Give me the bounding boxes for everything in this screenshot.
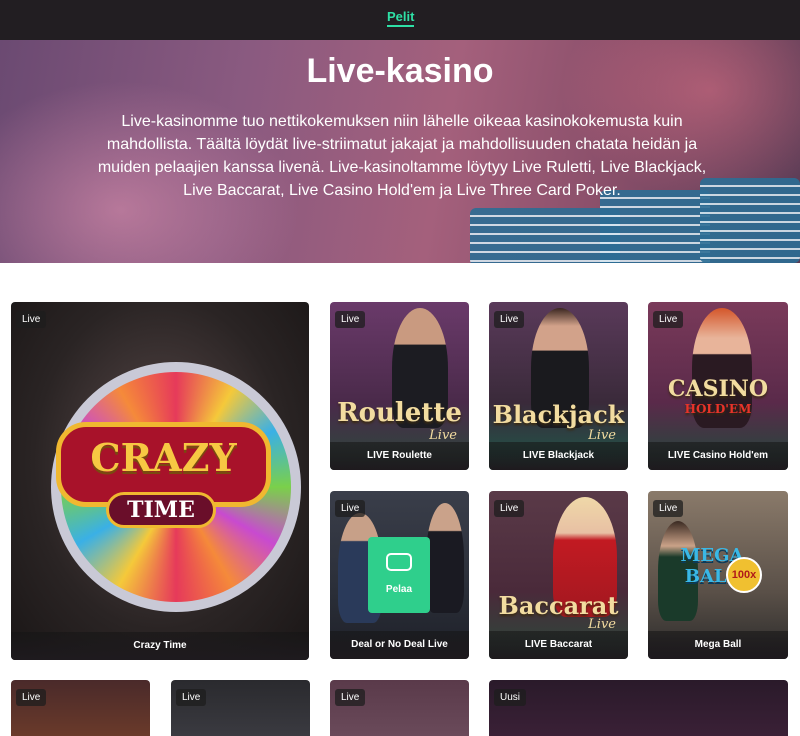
live-badge: Live [335, 689, 366, 706]
game-tile-roulette[interactable]: Roulette Live Live LIVE Roulette [330, 302, 469, 470]
host-image [426, 503, 464, 613]
multiplier-ball: 100x [726, 557, 762, 593]
nav-link-games[interactable]: Pelit [387, 9, 415, 27]
live-badge: Live [335, 500, 366, 517]
game-caption: Deal or No Deal Live [330, 631, 469, 659]
game-caption: Mega Ball [648, 631, 788, 659]
page-title: Live-kasino [306, 52, 494, 90]
game-caption: LIVE Casino Hold'em [648, 442, 788, 470]
game-tile-blackjack[interactable]: Blackjack Live Live LIVE Blackjack [489, 302, 628, 470]
live-badge: Live [653, 500, 684, 517]
hero-banner: Live-kasino Live-kasinomme tuo nettikoke… [0, 40, 800, 263]
game-caption: Crazy Time [11, 632, 309, 660]
play-button-label: Pelaa [385, 584, 413, 595]
gamepad-icon [386, 553, 412, 571]
live-badge: Live [16, 311, 47, 328]
game-tile-mega-ball[interactable]: MEGA BALL 100x Live Mega Ball [648, 491, 788, 659]
game-caption: LIVE Baccarat [489, 631, 628, 659]
new-badge: Uusi [494, 689, 527, 706]
play-button[interactable]: Pelaa [368, 537, 430, 613]
game-tile-deal-or-no-deal[interactable]: Pelaa Live Deal or No Deal Live [330, 491, 469, 659]
game-logo-title: Roulette [337, 398, 462, 428]
live-badge: Live [176, 689, 207, 706]
chip-stack-image [470, 208, 620, 263]
game-tile[interactable]: Live [171, 680, 310, 736]
live-badge: Live [335, 311, 366, 328]
game-logo-subtitle: Live [588, 617, 616, 632]
live-badge: Live [494, 311, 525, 328]
game-tile-casino-holdem[interactable]: CASINO HOLD'EM Live LIVE Casino Hold'em [648, 302, 788, 470]
game-tile[interactable]: Live [330, 680, 469, 736]
game-logo-title: Blackjack [492, 400, 625, 429]
game-tile-baccarat[interactable]: Baccarat Live Live LIVE Baccarat [489, 491, 628, 659]
game-tile[interactable]: Uusi [489, 680, 788, 736]
game-logo-subtitle: HOLD'EM [684, 402, 752, 416]
top-nav-bar: Pelit [0, 0, 800, 40]
live-badge: Live [494, 500, 525, 517]
game-tile[interactable]: Live [11, 680, 150, 736]
game-caption: LIVE Roulette [330, 442, 469, 470]
logo-text: CRAZY [90, 435, 237, 480]
logo-text: TIME [106, 492, 216, 528]
game-logo-subtitle: Live [588, 428, 616, 443]
game-logo-subtitle: Live [429, 428, 457, 443]
game-caption: LIVE Blackjack [489, 442, 628, 470]
live-badge: Live [16, 689, 47, 706]
chip-stack-image [700, 178, 800, 263]
game-tile-crazy-time[interactable]: CRAZY TIME Live Crazy Time [11, 302, 309, 660]
live-badge: Live [653, 311, 684, 328]
page-description: Live-kasinomme tuo nettikokemuksen niin … [97, 113, 707, 199]
game-logo-title: CASINO [667, 376, 769, 402]
game-logo-title: Baccarat [498, 591, 619, 620]
